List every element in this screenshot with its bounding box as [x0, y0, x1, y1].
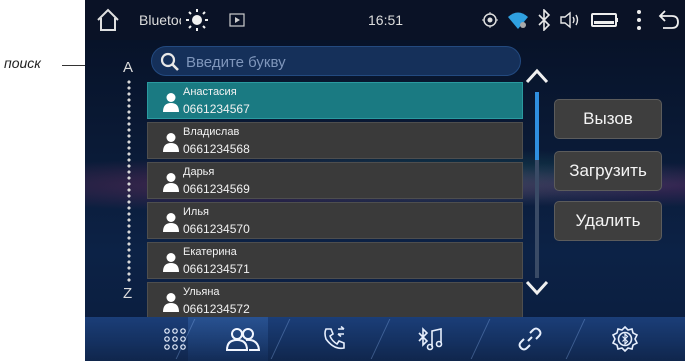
bluetooth-icon: [537, 0, 551, 40]
bluetooth-phonebook-screen: Bluetooth 16:51: [85, 0, 685, 361]
bt-settings-icon[interactable]: [585, 317, 665, 361]
battery-icon: [591, 0, 619, 40]
more-vert-icon[interactable]: [635, 0, 643, 40]
search-input[interactable]: [186, 51, 486, 73]
contact-row[interactable]: Анастасия 0661234567: [147, 82, 523, 119]
person-icon: [163, 292, 179, 312]
contact-name: Дарья: [183, 166, 215, 178]
status-bar: Bluetooth 16:51: [85, 0, 685, 40]
person-icon: [163, 132, 179, 152]
contact-phone: 0661234572: [183, 302, 250, 316]
contact-row[interactable]: Екатерина 0661234571: [147, 242, 523, 279]
dock-separator: [470, 319, 491, 359]
contact-phone: 0661234567: [183, 102, 250, 116]
contact-name: Анастасия: [183, 86, 237, 98]
scroll-down-icon[interactable]: [525, 280, 549, 301]
person-icon: [163, 252, 179, 272]
contact-phone: 0661234571: [183, 262, 250, 276]
delete-button[interactable]: Удалить: [554, 201, 662, 241]
call-log-icon[interactable]: [295, 317, 375, 361]
contact-phone: 0661234570: [183, 222, 250, 236]
load-button[interactable]: Загрузить: [554, 151, 662, 191]
contact-name: Екатерина: [183, 246, 237, 258]
scrollbar-thumb[interactable]: [535, 92, 539, 160]
contact-phone: 0661234569: [183, 182, 250, 196]
scroll-up-icon[interactable]: [525, 68, 549, 89]
wifi-icon: [507, 0, 529, 40]
person-icon: [163, 212, 179, 232]
search-callout-label: поиск: [4, 55, 41, 71]
brightness-icon[interactable]: [185, 0, 209, 40]
call-button[interactable]: Вызов: [554, 99, 662, 139]
bottom-dock: [85, 317, 685, 361]
contact-row[interactable]: Дарья 0661234569: [147, 162, 523, 199]
contact-row[interactable]: Илья 0661234570: [147, 202, 523, 239]
contact-row[interactable]: Владислав 0661234568: [147, 122, 523, 159]
person-icon: [163, 92, 179, 112]
back-icon[interactable]: [657, 0, 681, 40]
contact-phone: 0661234568: [183, 142, 250, 156]
contact-name: Ульяна: [183, 286, 220, 298]
bt-music-icon[interactable]: [390, 317, 470, 361]
contact-name: Илья: [183, 206, 210, 218]
alphabet-index-last[interactable]: Z: [123, 285, 132, 302]
contact-row[interactable]: Ульяна 0661234572: [147, 282, 523, 319]
contacts-icon[interactable]: [203, 317, 283, 361]
alphabet-index-scroller[interactable]: [126, 79, 132, 283]
gps-icon: [481, 0, 499, 40]
home-icon[interactable]: [95, 0, 121, 40]
contact-name: Владислав: [183, 126, 240, 138]
volume-icon[interactable]: [559, 0, 583, 40]
link-icon[interactable]: [490, 317, 570, 361]
contact-list: Анастасия 0661234567 Владислав 066123456…: [147, 82, 523, 322]
app-title: Bluetooth: [139, 12, 181, 28]
video-icon[interactable]: [229, 0, 245, 40]
person-icon: [163, 172, 179, 192]
clock: 16:51: [368, 12, 404, 28]
search-bar[interactable]: [151, 46, 521, 76]
alphabet-index-first[interactable]: A: [123, 59, 133, 76]
search-icon: [160, 52, 180, 77]
